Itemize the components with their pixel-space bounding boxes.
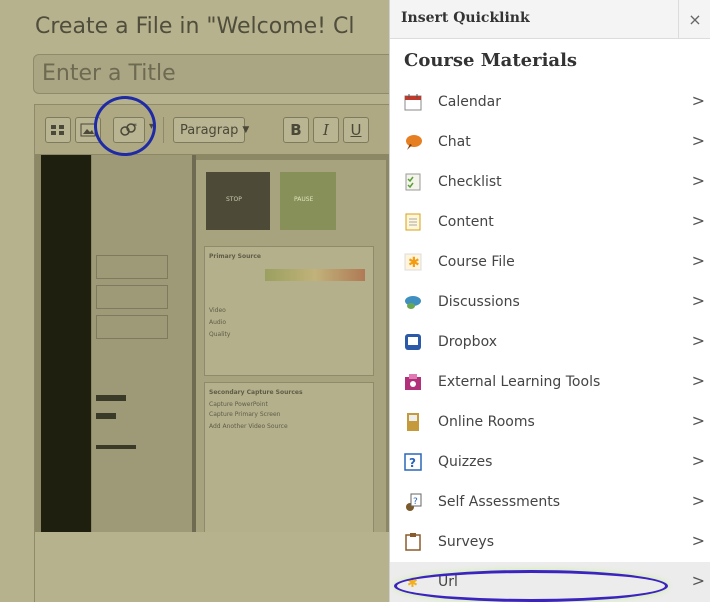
svg-text:?: ? [413,497,418,507]
chevron-right-icon: > [691,331,705,350]
quicklink-item-label: Chat [438,134,471,150]
quicklink-item-label: Self Assessments [438,494,561,510]
screenshot-capture-ppt: Capture PowerPoint [209,401,268,408]
chevron-right-icon: > [691,211,705,230]
screenshot-dark-strip [41,155,91,533]
chevron-right-icon: > [691,291,705,310]
quicklink-item-external-learning-tools[interactable]: External Learning Tools > [390,362,710,402]
quicklink-item-chat[interactable]: Chat > [390,122,710,162]
bold-button[interactable]: B [283,117,309,143]
self-assessments-icon: ? [402,491,424,513]
source-view-icon [51,125,64,135]
quicklink-item-calendar[interactable]: Calendar > [390,82,710,122]
chevron-right-icon: > [691,371,705,390]
content-icon [402,211,424,233]
screenshot-pause-label: PAUSE [294,196,314,203]
chevron-right-icon: > [691,131,705,150]
screenshot-capture-primary: Capture Primary Screen [209,411,281,418]
screenshot-left-pane [92,155,196,533]
quicklink-item-label: Content [438,214,494,230]
quicklink-item-label: Quizzes [438,454,493,470]
quicklink-item-dropbox[interactable]: Dropbox > [390,322,710,362]
screenshot-add-video: Add Another Video Source [209,423,288,430]
screenshot-secondary-sources: Secondary Capture Sources Capture PowerP… [204,382,374,534]
format-select[interactable]: Paragrap ▼ [173,117,249,143]
close-icon: × [688,9,702,29]
screenshot-quality-label: Quality [209,331,231,338]
title-input[interactable]: Enter a Title [33,54,389,94]
quicklink-item-online-rooms[interactable]: Online Rooms > [390,402,710,442]
quicklink-item-label: Surveys [438,534,494,550]
screenshot-stop-label: STOP [226,196,242,203]
page-title: Create a File in "Welcome! Cl [35,14,355,39]
calendar-icon [402,91,424,113]
quicklink-item-label: Course File [438,254,515,270]
close-button[interactable]: × [678,0,710,38]
course-file-icon: ✱ [402,251,424,273]
screenshot-stop-button: STOP [206,172,270,230]
chevron-right-icon: > [691,251,705,270]
dialog-header: Insert Quicklink × [390,0,710,39]
insert-quicklink-dialog: Insert Quicklink × Course Materials Cale… [389,0,710,602]
chevron-right-icon: > [691,451,705,470]
quicklink-item-label: Dropbox [438,334,497,350]
screenshot-video-label: Video [209,307,226,314]
quicklink-item-content[interactable]: Content > [390,202,710,242]
quicklink-item-surveys[interactable]: Surveys > [390,522,710,562]
file-editor-background: Create a File in "Welcome! Cl Enter a Ti… [0,0,389,602]
discussions-icon [402,291,424,313]
highlight-circle-quicklink-button [94,96,156,156]
chat-icon [402,131,424,153]
quicklink-item-label: Discussions [438,294,520,310]
screenshot-pause-button: PAUSE [280,172,336,230]
chevron-right-icon: > [691,531,705,550]
editor-footer-area [34,532,389,602]
source-view-button[interactable] [45,117,71,143]
italic-button[interactable]: I [313,117,339,143]
chevron-right-icon: > [691,91,705,110]
svg-text:✱: ✱ [408,255,420,271]
chevron-right-icon: > [691,491,705,510]
online-rooms-icon [402,411,424,433]
chevron-right-icon: > [691,411,705,430]
quicklink-item-label: External Learning Tools [438,374,601,390]
svg-text:?: ? [409,456,416,470]
quicklink-item-label: Calendar [438,94,501,110]
quicklink-item-course-file[interactable]: ✱ Course File > [390,242,710,282]
quicklink-item-discussions[interactable]: Discussions > [390,282,710,322]
screenshot-audio-label: Audio [209,319,227,326]
editor-toolbar: * ▾ Paragrap ▼ B I U [34,104,389,154]
chevron-right-icon: > [691,571,705,590]
quicklink-item-label: Online Rooms [438,414,535,430]
screenshot-secondary-title: Secondary Capture Sources [209,389,303,396]
screenshot-primary-source-title: Primary Source [209,253,261,260]
quizzes-icon: ? [402,451,424,473]
surveys-icon [402,531,424,553]
format-select-value: Paragrap [180,122,239,138]
checklist-icon [402,171,424,193]
dropbox-icon [402,331,424,353]
external-tools-icon [402,371,424,393]
screenshot-primary-source: Primary Source Video Audio Quality [204,246,374,376]
quicklink-item-checklist[interactable]: Checklist > [390,162,710,202]
underline-button[interactable]: U [343,117,369,143]
chevron-right-icon: > [691,171,705,190]
highlight-circle-url [394,570,668,602]
dialog-title: Insert Quicklink [401,10,530,26]
quicklink-item-quizzes[interactable]: ? Quizzes > [390,442,710,482]
section-heading: Course Materials [404,50,578,71]
quicklink-item-self-assessments[interactable]: ? Self Assessments > [390,482,710,522]
chevron-down-icon: ▼ [242,125,250,135]
quicklink-item-label: Checklist [438,174,502,190]
